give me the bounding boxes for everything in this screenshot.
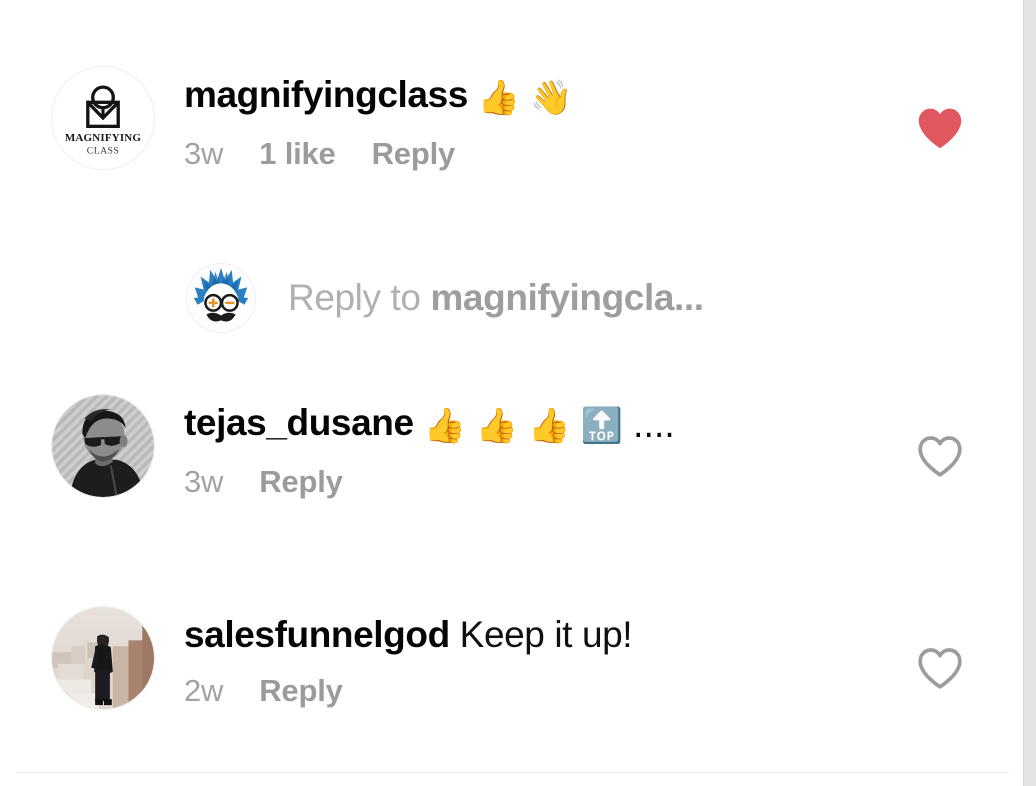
like-button-tejas-dusane[interactable] [912,428,968,484]
comment-username[interactable]: salesfunnelgod [184,614,450,655]
comment-body: magnifyingclass 👍 👋 3w 1 like Reply [184,66,1022,173]
comment-timestamp: 3w [184,136,224,171]
profile-photo-tejas-dusane [52,395,154,497]
svg-text:CLASS: CLASS [87,145,119,156]
comment-item-salesfunnelgod: salesfunnelgod Keep it up! 2w Reply [0,606,1022,710]
like-button-magnifyingclass[interactable] [912,100,968,156]
avatar-salesfunnelgod[interactable] [51,606,155,710]
reply-prefix-label: Reply to [288,277,421,318]
like-button-salesfunnelgod[interactable] [912,640,968,696]
comment-item-tejas-dusane: tejas_dusane 👍 👍 👍 🔝 .... 3w Reply [0,394,1022,501]
comment-likes-count[interactable]: 1 like [259,136,336,171]
heart-outline-icon [918,436,962,477]
reply-target-username: magnifyingcla... [430,277,704,318]
comment-username[interactable]: magnifyingclass [184,74,468,115]
reply-composer-row[interactable]: Reply to magnifyingcla... [0,263,1022,333]
comment-reply-button[interactable]: Reply [259,673,343,708]
reply-input[interactable]: Reply to magnifyingcla... [288,275,704,321]
comment-meta: 3w Reply [184,463,1022,501]
comment-emojis: 👍 👍 👍 🔝 .... [423,406,675,446]
heart-outline-icon [918,648,962,689]
comment-line: tejas_dusane 👍 👍 👍 🔝 .... [184,400,1022,449]
comment-reply-button[interactable]: Reply [372,136,456,171]
comment-line: salesfunnelgod Keep it up! [184,612,1022,658]
comment-meta: 2w Reply [184,672,1022,710]
avatar-current-user[interactable] [186,263,256,333]
magnifying-class-logo-icon: MAGNIFYING CLASS [52,67,154,169]
heart-filled-icon [918,108,962,149]
comment-body: tejas_dusane 👍 👍 👍 🔝 .... 3w Reply [184,394,1022,501]
einstein-cartoon-avatar-icon [187,264,255,332]
bottom-divider [16,772,1009,773]
comment-text: Keep it up! [459,614,633,655]
comment-line: magnifyingclass 👍 👋 [184,72,1022,121]
comment-reply-button[interactable]: Reply [259,464,343,499]
comment-emojis: 👍 👋 [477,78,573,118]
comment-username[interactable]: tejas_dusane [184,402,414,443]
vertical-scrollbar[interactable] [1023,0,1036,786]
comment-body: salesfunnelgod Keep it up! 2w Reply [184,606,1022,710]
comment-timestamp: 3w [184,464,224,499]
comment-item-magnifyingclass: MAGNIFYING CLASS magnifyingclass 👍 👋 3w 1… [0,66,1022,173]
avatar-tejas-dusane[interactable] [51,394,155,498]
comments-list: MAGNIFYING CLASS magnifyingclass 👍 👋 3w 1… [0,0,1022,786]
comment-meta: 3w 1 like Reply [184,135,1022,173]
comments-panel: MAGNIFYING CLASS magnifyingclass 👍 👋 3w 1… [0,0,1036,786]
profile-photo-salesfunnelgod [52,607,154,709]
comment-timestamp: 2w [184,673,224,708]
avatar-magnifyingclass[interactable]: MAGNIFYING CLASS [51,66,155,170]
svg-text:MAGNIFYING: MAGNIFYING [65,132,142,144]
